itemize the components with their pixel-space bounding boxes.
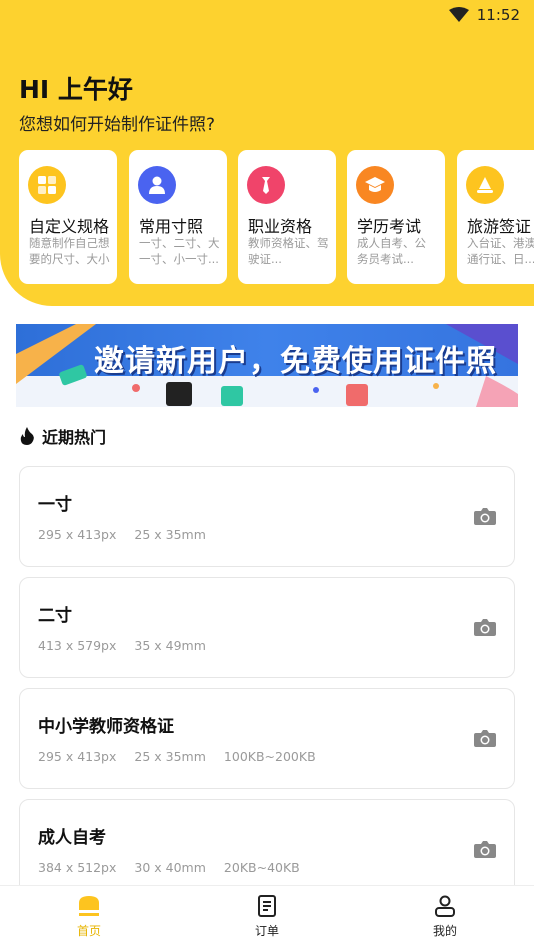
category-description: 入台证、港澳 通行证、日... — [467, 236, 534, 266]
spec-file-size: 20KB~40KB — [223, 860, 300, 875]
spec-meta: 295 x 413px 25 x 35mm — [38, 527, 206, 542]
category-cards: 自定义规格 随意制作自己想 要的尺寸、大小 常用寸照 一寸、二寸、大 一寸、小一寸.… — [19, 150, 534, 284]
banner-text: 邀请新用户，免费使用证件照 — [94, 344, 497, 379]
category-card-professional[interactable]: 职业资格 教师资格证、驾 驶证... — [238, 150, 336, 284]
camera-icon[interactable] — [474, 618, 496, 636]
spec-card[interactable]: 二寸 413 x 579px 35 x 49mm — [19, 577, 515, 678]
graduation-cap-icon — [356, 166, 394, 204]
spec-pixels: 413 x 579px — [38, 638, 117, 653]
tab-profile[interactable]: 我的 — [415, 894, 475, 942]
category-card-common[interactable]: 常用寸照 一寸、二寸、大 一寸、小一寸... — [129, 150, 227, 284]
flame-icon — [20, 427, 34, 445]
category-title: 常用寸照 — [139, 217, 204, 236]
spec-meta: 384 x 512px 30 x 40mm 20KB~40KB — [38, 860, 300, 875]
tie-icon — [247, 166, 285, 204]
spec-meta: 295 x 413px 25 x 35mm 100KB~200KB — [38, 749, 316, 764]
section-header: 近期热门 — [19, 424, 106, 448]
spec-title: 二寸 — [38, 606, 72, 626]
category-title: 自定义规格 — [29, 217, 110, 236]
spec-pixels: 295 x 413px — [38, 527, 117, 542]
category-description: 成人自考、公 务员考试... — [357, 236, 426, 266]
camera-icon[interactable] — [474, 507, 496, 525]
spec-pixels: 295 x 413px — [38, 749, 117, 764]
greeting: HI 上午好 — [19, 75, 133, 104]
camera-icon[interactable] — [474, 729, 496, 747]
category-card-travel[interactable]: 旅游签证 入台证、港澳 通行证、日... — [457, 150, 534, 284]
category-card-custom[interactable]: 自定义规格 随意制作自己想 要的尺寸、大小 — [19, 150, 117, 284]
tab-label: 订单 — [254, 924, 279, 938]
spec-millimeters: 35 x 49mm — [134, 638, 206, 653]
grid-icon — [28, 166, 66, 204]
spec-card[interactable]: 一寸 295 x 413px 25 x 35mm — [19, 466, 515, 567]
spec-title: 中小学教师资格证 — [38, 717, 174, 737]
section-title: 近期热门 — [42, 428, 107, 447]
spec-millimeters: 25 x 35mm — [134, 527, 206, 542]
category-card-education[interactable]: 学历考试 成人自考、公 务员考试... — [347, 150, 445, 284]
spec-meta: 413 x 579px 35 x 49mm — [38, 638, 206, 653]
spec-millimeters: 30 x 40mm — [134, 860, 206, 875]
spec-title: 成人自考 — [38, 828, 106, 848]
user-icon — [138, 166, 176, 204]
wifi-icon — [448, 7, 469, 22]
category-title: 职业资格 — [248, 217, 313, 236]
status-bar: 11:52 — [448, 5, 520, 25]
tab-label: 我的 — [432, 924, 457, 938]
subtitle: 您想如何开始制作证件照? — [19, 115, 216, 135]
tab-label: 首页 — [76, 924, 101, 938]
sail-icon — [466, 166, 504, 204]
person-icon — [435, 895, 455, 917]
tab-home[interactable]: 首页 — [59, 894, 119, 942]
home-icon — [79, 896, 99, 916]
category-description: 随意制作自己想 要的尺寸、大小 — [29, 236, 110, 266]
camera-icon[interactable] — [474, 840, 496, 858]
category-title: 旅游签证 — [467, 217, 532, 236]
document-icon — [258, 895, 276, 917]
spec-card[interactable]: 中小学教师资格证 295 x 413px 25 x 35mm 100KB~200… — [19, 688, 515, 789]
spec-title: 一寸 — [38, 495, 72, 515]
spec-millimeters: 25 x 35mm — [134, 749, 206, 764]
category-description: 一寸、二寸、大 一寸、小一寸... — [139, 236, 220, 266]
spec-pixels: 384 x 512px — [38, 860, 117, 875]
spec-file-size: 100KB~200KB — [223, 749, 316, 764]
category-description: 教师资格证、驾 驶证... — [248, 236, 329, 266]
promo-banner[interactable]: 邀请新用户，免费使用证件照 — [16, 324, 518, 407]
tab-orders[interactable]: 订单 — [237, 894, 297, 942]
status-time: 11:52 — [476, 6, 520, 24]
bottom-tab-bar: 首页 订单 我的 — [0, 885, 534, 949]
category-title: 学历考试 — [357, 217, 422, 236]
